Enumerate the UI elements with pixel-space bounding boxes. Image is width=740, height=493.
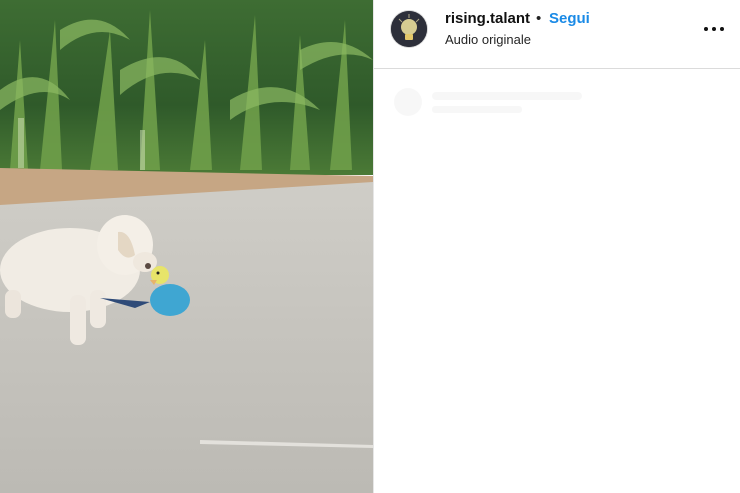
loading-placeholder [390, 84, 720, 120]
more-options-icon[interactable] [704, 17, 728, 41]
placeholder-shape [394, 88, 582, 116]
separator-dot: • [536, 10, 542, 27]
follow-button[interactable]: Segui [549, 10, 590, 27]
post-video[interactable] [0, 0, 373, 493]
avatar[interactable] [391, 11, 427, 47]
video-frame [0, 0, 373, 493]
audio-label[interactable]: Audio originale [445, 32, 531, 47]
lightbulb-avatar-icon [391, 11, 427, 47]
username-link[interactable]: rising.talant [445, 10, 530, 27]
post-details-panel: rising.talant • Segui Audio originale [374, 0, 740, 493]
post-header: rising.talant • Segui Audio originale [374, 0, 740, 69]
